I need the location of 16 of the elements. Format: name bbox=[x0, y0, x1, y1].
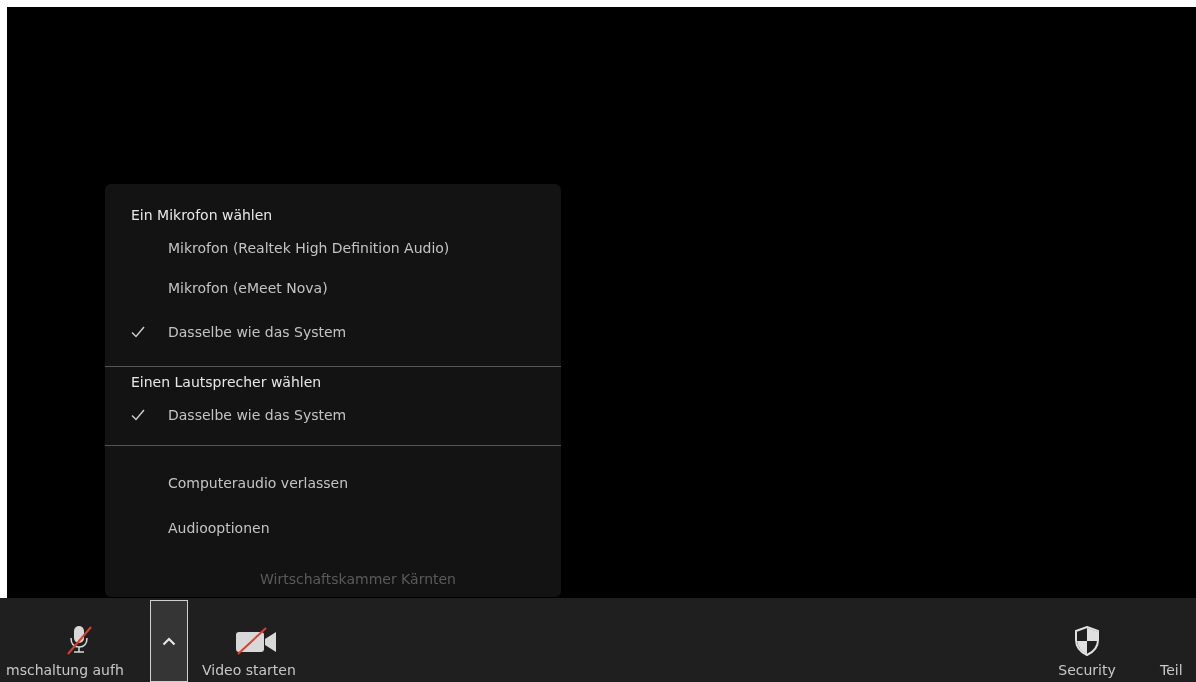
menu-item[interactable]: Computeraudio verlassen bbox=[105, 460, 561, 505]
shield-icon bbox=[1074, 626, 1100, 656]
menu-item[interactable]: Dasselbe wie das System bbox=[105, 310, 561, 354]
participant-name: Wirtschaftskammer Kärnten bbox=[260, 571, 456, 587]
security-button[interactable]: Security bbox=[1042, 598, 1132, 682]
menu-heading: Ein Mikrofon wählen bbox=[130, 206, 274, 225]
menu-item[interactable]: Mikrofon (Realtek High Definition Audio) bbox=[105, 230, 561, 266]
audio-options-button[interactable] bbox=[150, 600, 188, 682]
menu-heading: Einen Lautsprecher wählen bbox=[130, 373, 323, 392]
menu-item[interactable]: Dasselbe wie das System bbox=[105, 397, 561, 433]
share-button[interactable]: Teil bbox=[1160, 598, 1196, 682]
video-button[interactable]: Video starten bbox=[196, 598, 326, 682]
menu-item[interactable]: Mikrofon (eMeet Nova) bbox=[105, 266, 561, 310]
caret-icon bbox=[162, 636, 176, 646]
menu-item[interactable]: Audiooptionen bbox=[105, 505, 561, 550]
mute-button[interactable]: mschaltung aufh bbox=[0, 598, 150, 682]
